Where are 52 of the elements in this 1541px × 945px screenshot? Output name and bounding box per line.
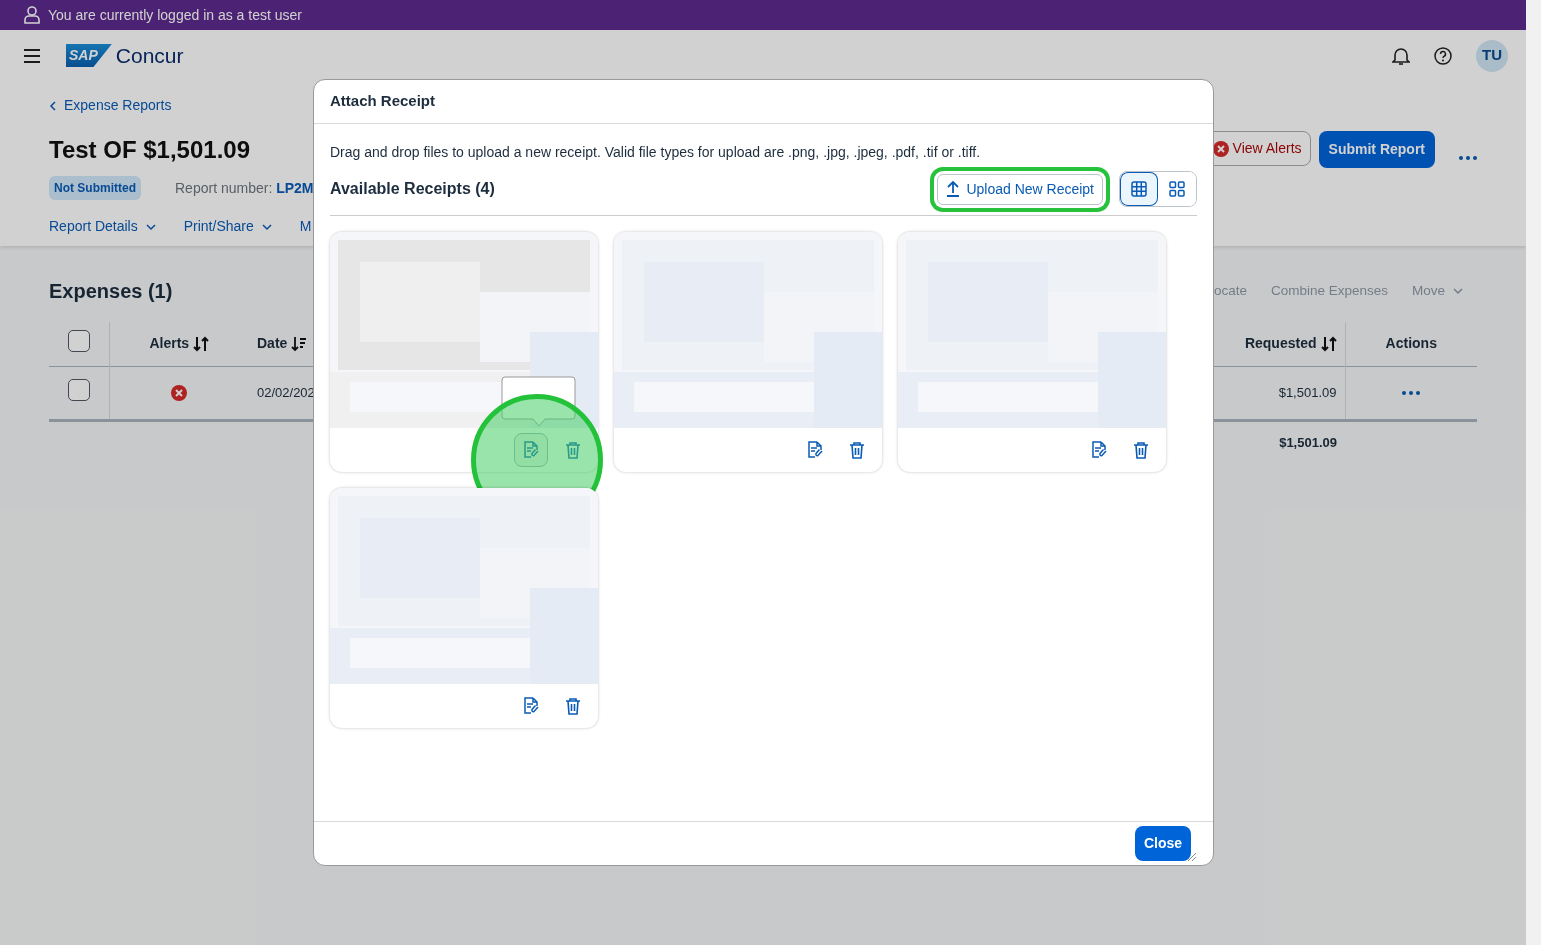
upload-icon: [946, 181, 961, 197]
table-view-button[interactable]: [1120, 172, 1158, 206]
grid-icon: [1169, 181, 1185, 197]
close-button[interactable]: Close: [1134, 826, 1191, 861]
section-title: Expenses (1): [49, 279, 173, 304]
notification-bell-icon[interactable]: [1392, 45, 1410, 66]
trash-icon: [1133, 441, 1149, 459]
status-badge: Not Submitted: [49, 176, 141, 200]
column-header[interactable]: Actions: [1385, 333, 1437, 355]
help-icon[interactable]: [1434, 46, 1452, 65]
chevron-down-icon: [145, 221, 156, 232]
sort-icon[interactable]: [291, 335, 308, 352]
submit-button[interactable]: Submit Report: [1318, 131, 1435, 168]
logo[interactable]: SAP Concur: [66, 39, 184, 72]
section-title: Available Receipts (4): [330, 179, 495, 199]
checkbox[interactable]: [67, 378, 90, 401]
chevron-down-icon: [261, 221, 272, 232]
chevron-left-icon: [49, 100, 56, 111]
tab[interactable]: Report Details: [49, 216, 156, 237]
scrollbar[interactable]: [1526, 0, 1541, 945]
tab[interactable]: M: [299, 216, 312, 237]
document-clip-icon: [522, 697, 540, 715]
banner-text: You are currently logged in as a test user: [48, 5, 302, 25]
report-number: Report number: LP2M: [175, 178, 314, 198]
sort-icon[interactable]: [193, 335, 210, 352]
table-icon: [1131, 181, 1147, 197]
trash-icon: [565, 441, 581, 459]
chevron-down-icon: [1453, 286, 1463, 296]
resize-grip-icon[interactable]: [1187, 851, 1197, 862]
report-title: Test OF $1,501.09: [49, 135, 251, 165]
total-amount: $1,501.09: [1279, 435, 1337, 450]
trash-icon: [849, 441, 865, 459]
document-clip-icon: [1090, 441, 1108, 459]
menu-icon[interactable]: [24, 48, 40, 63]
avatar[interactable]: TU: [1476, 39, 1508, 72]
more-icon[interactable]: [1402, 391, 1421, 396]
table-cell: 02/02/202: [257, 384, 315, 400]
column-header[interactable]: Date: [257, 333, 308, 355]
document-clip-icon: [522, 441, 540, 459]
tab[interactable]: Print/Share: [183, 216, 272, 237]
sort-icon[interactable]: [1320, 335, 1337, 352]
more-icon[interactable]: [1459, 156, 1477, 161]
dialog-title: Attach Receipt: [330, 91, 436, 112]
table-cell: $1,501.09: [1278, 384, 1337, 400]
instructions: Drag and drop files to upload a new receipt. Valid file types for upload are .png, .jpg, .jpeg, .pdf, .tif or .tiff.: [330, 143, 982, 162]
column-header[interactable]: Requested: [1244, 333, 1337, 355]
user-icon: [24, 6, 40, 24]
checkbox[interactable]: [67, 329, 90, 352]
back-link[interactable]: Expense Reports: [49, 95, 314, 116]
document-clip-icon: [806, 441, 824, 459]
column-header[interactable]: Alerts: [149, 333, 210, 355]
trash-icon: [565, 697, 581, 715]
